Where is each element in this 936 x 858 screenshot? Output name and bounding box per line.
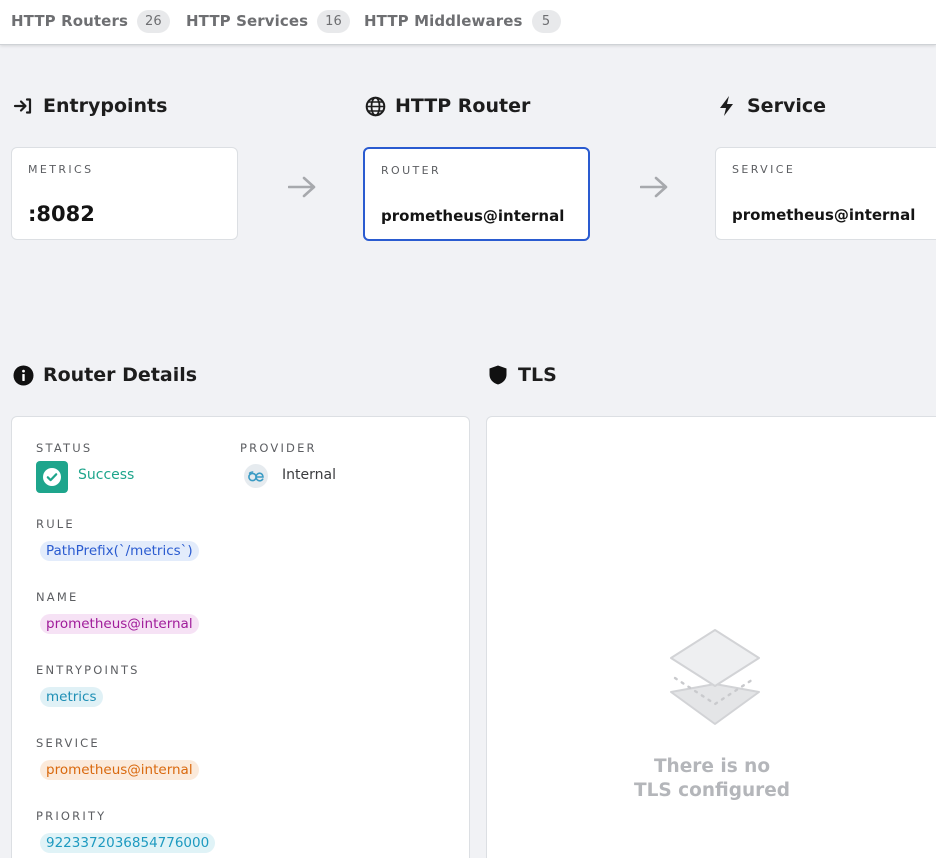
globe-icon <box>364 95 386 117</box>
router-card-label: ROUTER <box>381 164 442 177</box>
rule-label: RULE <box>36 517 75 531</box>
entrypoint-card-value: :8082 <box>28 202 95 226</box>
priority-label: PRIORITY <box>36 809 107 823</box>
router-card[interactable]: ROUTER prometheus@internal <box>363 147 590 241</box>
tab-label: HTTP Services <box>186 12 309 30</box>
service-chip: prometheus@internal <box>40 760 199 780</box>
provider-value: Internal <box>282 467 336 483</box>
tab-http-routers[interactable]: HTTP Routers 26 <box>11 9 170 33</box>
tab-label: HTTP Routers <box>11 12 128 30</box>
tls-title: TLS <box>518 364 557 386</box>
provider-label: PROVIDER <box>240 441 317 455</box>
service-card-value: prometheus@internal <box>732 206 916 224</box>
top-nav: HTTP Routers 26 HTTP Services 16 HTTP Mi… <box>0 0 936 45</box>
status-value: Success <box>78 467 135 483</box>
tab-count-badge: 5 <box>531 9 561 33</box>
service-heading: Service <box>716 95 826 117</box>
tab-http-services[interactable]: HTTP Services 16 <box>186 9 350 33</box>
entrypoints-title: Entrypoints <box>43 95 168 117</box>
tab-count-badge: 16 <box>317 9 350 33</box>
tab-count-badge: 26 <box>136 9 170 33</box>
entrypoint-card[interactable]: METRICS :8082 <box>11 147 238 240</box>
router-card-value: prometheus@internal <box>381 207 565 225</box>
tab-label: HTTP Middlewares <box>364 12 523 30</box>
arrow-right-icon <box>640 176 668 198</box>
check-circle-icon <box>36 461 68 493</box>
entrypoints-heading: Entrypoints <box>12 95 167 117</box>
http-router-title: HTTP Router <box>395 95 531 117</box>
service-card[interactable]: SERVICE prometheus@internal <box>715 147 936 240</box>
rule-chip: PathPrefix(`/metrics`) <box>40 541 199 561</box>
priority-chip: 9223372036854776000 <box>40 833 216 853</box>
tab-http-middlewares[interactable]: HTTP Middlewares 5 <box>364 9 561 33</box>
router-details-heading: Router Details <box>12 364 197 386</box>
info-circle-icon <box>12 364 34 386</box>
tls-heading: TLS <box>487 364 557 386</box>
entrypoints-label: ENTRYPOINTS <box>36 663 140 677</box>
layers-icon <box>670 629 760 725</box>
entrypoint-chip: metrics <box>40 687 103 707</box>
entrypoint-card-label: METRICS <box>28 163 94 176</box>
name-label: NAME <box>36 590 79 604</box>
bolt-icon <box>716 95 738 117</box>
name-chip: prometheus@internal <box>40 614 199 634</box>
router-details-title: Router Details <box>43 364 198 386</box>
status-label: STATUS <box>36 441 93 455</box>
sign-in-icon <box>12 95 34 117</box>
service-label: SERVICE <box>36 736 100 750</box>
tls-empty-line2: TLS configured <box>633 780 791 801</box>
service-title: Service <box>747 95 826 117</box>
provider-logo-icon <box>244 464 268 488</box>
http-router-heading: HTTP Router <box>364 95 530 117</box>
arrow-right-icon <box>288 176 316 198</box>
shield-icon <box>487 364 509 386</box>
tls-empty-line1: There is no <box>653 756 771 777</box>
service-card-label: SERVICE <box>732 163 796 176</box>
